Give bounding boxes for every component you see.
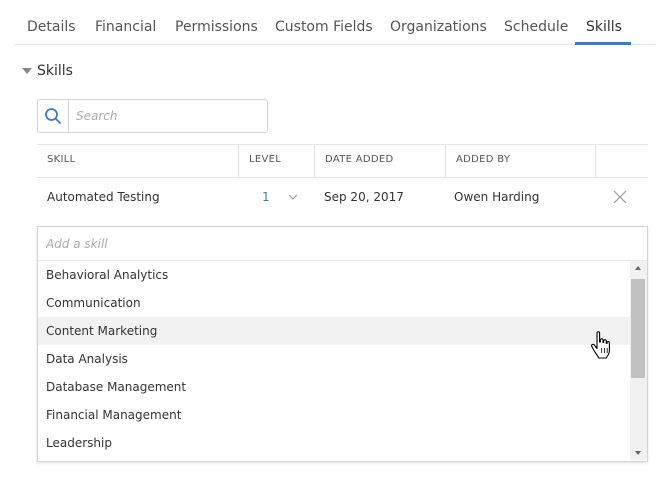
chevron-down-icon (288, 194, 298, 200)
tab-schedule[interactable]: Schedule (504, 19, 568, 35)
scroll-up-arrow-icon[interactable] (635, 266, 641, 270)
section-title: Skills (37, 63, 73, 79)
column-header-level[interactable]: LEVEL (238, 145, 314, 177)
column-header-skill[interactable]: SKILL (37, 145, 238, 177)
table-row: Automated Testing 1 Sep 20, 2017 Owen Ha… (37, 177, 648, 217)
hand-cursor-icon (591, 331, 610, 359)
tab-custom-fields[interactable]: Custom Fields (275, 19, 373, 35)
skill-option[interactable]: Financial Management (38, 401, 630, 429)
skill-options-list: Behavioral Analytics Communication Conte… (38, 261, 630, 460)
close-icon[interactable] (612, 189, 628, 205)
tab-permissions[interactable]: Permissions (175, 19, 258, 35)
tab-financial[interactable]: Financial (95, 19, 156, 35)
skill-option[interactable]: Leadership (38, 429, 630, 457)
add-skill-input[interactable] (38, 227, 647, 261)
add-skill-dropdown: Behavioral Analytics Communication Conte… (37, 226, 648, 462)
search-box (37, 99, 268, 133)
skills-section-toggle[interactable]: Skills (22, 63, 73, 79)
tab-divider (14, 44, 656, 45)
active-tab-indicator (575, 42, 631, 45)
table-header: SKILL LEVEL DATE ADDED ADDED BY (37, 144, 648, 178)
skill-option[interactable]: Data Analysis (38, 345, 630, 373)
search-input[interactable] (76, 100, 261, 132)
level-value: 1 (262, 190, 270, 204)
skill-option[interactable]: Database Management (38, 373, 630, 401)
date-added: Sep 20, 2017 (324, 190, 404, 204)
column-header-actions (595, 145, 648, 177)
scrollbar[interactable] (630, 261, 647, 460)
added-by: Owen Harding (454, 190, 540, 204)
tab-organizations[interactable]: Organizations (390, 19, 487, 35)
tab-bar: Details Financial Permissions Custom Fie… (0, 0, 670, 46)
scrollbar-thumb[interactable] (631, 279, 645, 378)
tab-skills[interactable]: Skills (586, 19, 622, 35)
skill-name: Automated Testing (47, 190, 160, 204)
search-icon[interactable] (38, 100, 69, 132)
skill-option-hovered[interactable]: Content Marketing (38, 317, 630, 345)
column-header-added-by[interactable]: ADDED BY (445, 145, 595, 177)
tab-details[interactable]: Details (27, 19, 76, 35)
column-header-date-added[interactable]: DATE ADDED (314, 145, 445, 177)
skill-option[interactable]: Behavioral Analytics (38, 261, 630, 289)
scroll-down-arrow-icon[interactable] (635, 451, 641, 455)
skill-option[interactable]: Communication (38, 289, 630, 317)
caret-down-icon (22, 68, 32, 74)
level-select[interactable]: 1 (262, 177, 298, 217)
